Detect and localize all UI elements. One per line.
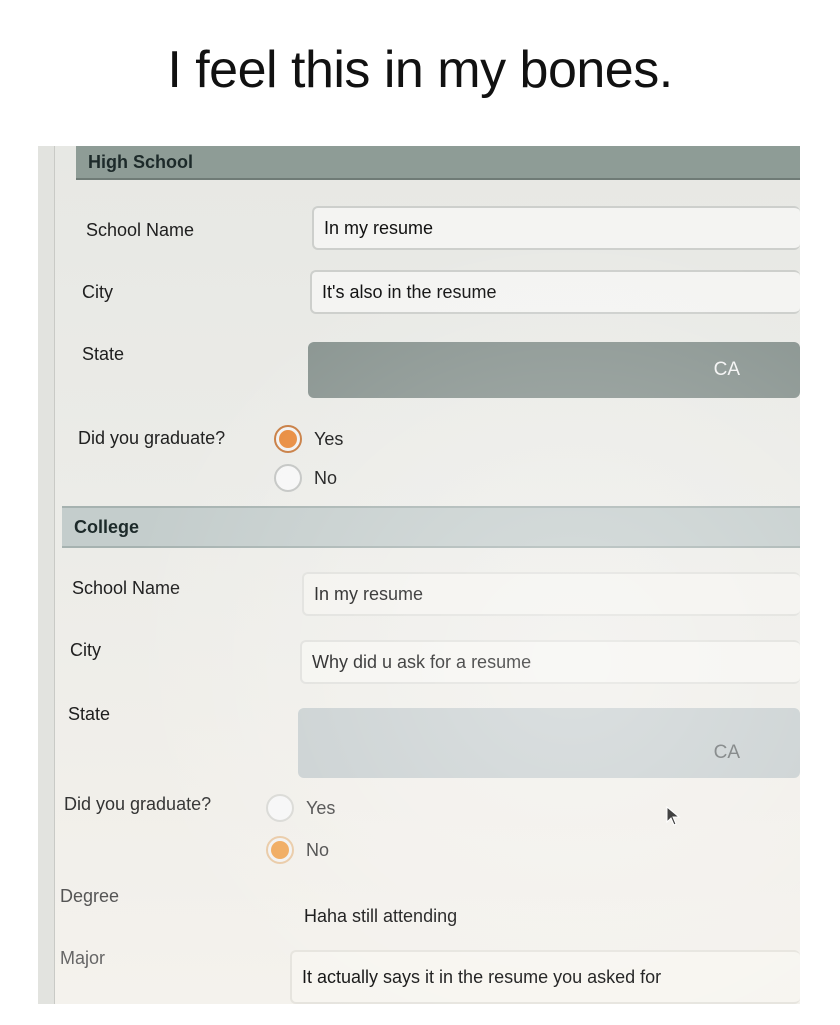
mouse-cursor-icon [666,806,681,826]
col-school-name-label: School Name [72,578,181,598]
col-no-label: No [306,839,330,860]
meme-caption: I feel this in my bones. [167,41,673,99]
col-yes-radio[interactable] [266,794,294,822]
col-school-name-input[interactable]: In my resume [302,572,800,616]
hs-graduate-yes-option[interactable]: Yes [274,425,343,453]
hs-city-input[interactable]: It's also in the resume [310,270,800,314]
hs-graduate-no-option[interactable]: No [274,464,337,492]
col-no-radio[interactable] [266,836,294,864]
hs-state-select[interactable]: CA [308,342,800,398]
col-city-input[interactable]: Why did u ask for a resume [300,640,800,684]
hs-school-name-input[interactable]: In my resume [312,206,800,250]
hs-graduate-label: Did you graduate? [78,428,226,448]
section-header-high-school: High School [76,146,800,180]
col-city-label: City [70,640,101,660]
section-header-college: College [62,506,800,548]
hs-city-label: City [82,282,113,302]
screen-edge [38,146,55,1004]
col-graduate-no-option[interactable]: No [266,836,329,864]
col-graduate-label: Did you graduate? [64,794,212,814]
col-degree-input[interactable]: Haha still attending [294,894,800,938]
hs-state-label: State [82,344,125,364]
col-graduate-yes-option[interactable]: Yes [266,794,335,822]
hs-yes-label: Yes [314,428,344,449]
col-state-select[interactable]: CA [298,708,800,778]
col-state-label: State [68,704,111,724]
col-yes-label: Yes [306,797,336,818]
hs-school-name-label: School Name [86,220,195,240]
form-photo: High School School Name In my resume Cit… [38,146,800,1004]
hs-no-label: No [314,467,338,488]
col-degree-label: Degree [60,886,120,906]
col-major-input[interactable]: It actually says it in the resume you as… [290,950,800,1004]
hs-yes-radio[interactable] [274,425,302,453]
col-major-label: Major [60,948,106,968]
hs-no-radio[interactable] [274,464,302,492]
